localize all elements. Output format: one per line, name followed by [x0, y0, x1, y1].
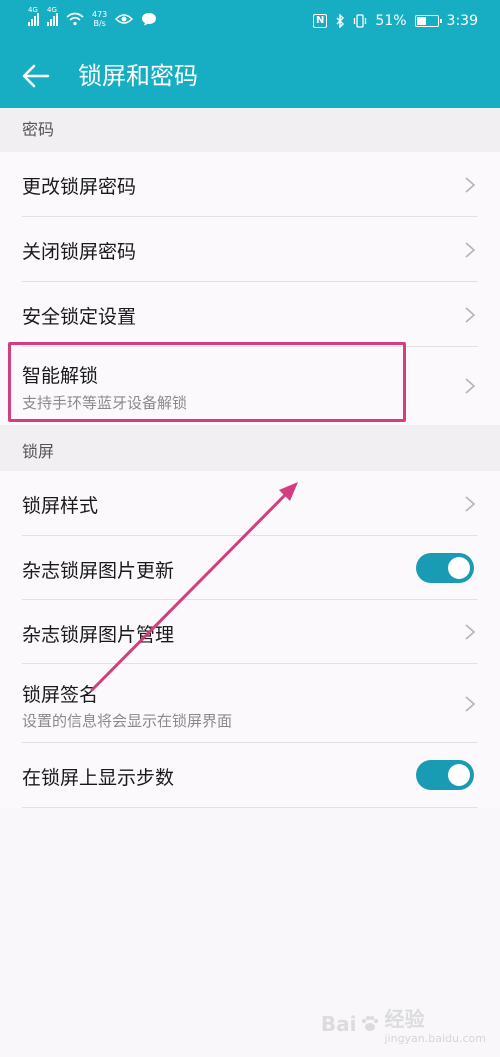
- watermark-url: jingyan.baidu.com: [384, 1032, 486, 1045]
- watermark-brand2: 经验: [384, 1007, 425, 1031]
- annotation-arrow-icon: [90, 482, 298, 692]
- watermark-brand: Bai: [320, 1012, 357, 1036]
- baidu-jingyan-watermark: Bai 经验 jingyan.baidu.com: [321, 1003, 486, 1045]
- paw-icon: [362, 1015, 379, 1031]
